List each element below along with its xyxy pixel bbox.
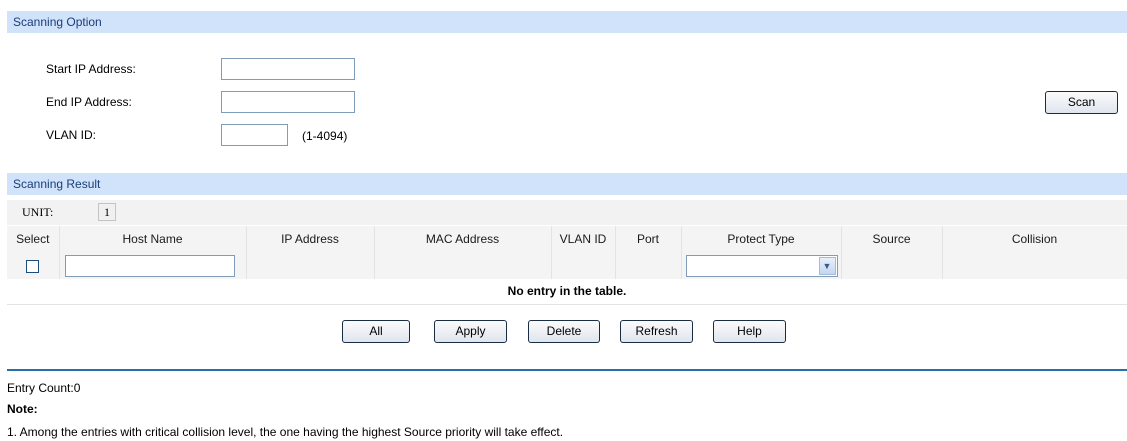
section-divider [7, 369, 1127, 371]
column-header-protect-type: Protect Type [681, 226, 842, 252]
start-ip-input[interactable] [221, 58, 355, 80]
column-header-ip-address: IP Address [246, 226, 375, 252]
chevron-down-icon[interactable]: ▼ [818, 256, 836, 275]
help-button[interactable]: Help [713, 320, 786, 343]
unit-1-button[interactable]: 1 [98, 203, 116, 221]
unit-label: UNIT: [22, 205, 54, 219]
column-header-port: Port [615, 226, 682, 252]
column-header-vlan-id: VLAN ID [551, 226, 616, 252]
scanning-result-header: Scanning Result [7, 173, 1127, 195]
unit-selector-row: UNIT: 1 [7, 200, 1127, 225]
scan-button[interactable]: Scan [1045, 91, 1118, 114]
column-header-select: Select [7, 226, 60, 252]
start-ip-label: Start IP Address: [46, 62, 136, 76]
column-header-host-name: Host Name [59, 226, 247, 252]
column-header-source: Source [841, 226, 943, 252]
delete-button[interactable]: Delete [528, 320, 600, 343]
host-name-input[interactable] [64, 254, 235, 277]
column-header-collision: Collision [942, 226, 1127, 252]
scanning-option-header: Scanning Option [7, 11, 1127, 33]
empty-table-row: No entry in the table. [7, 279, 1127, 305]
scanning-result-table: Select Host Name IP Address MAC Address … [7, 226, 1127, 305]
protect-type-select[interactable]: ▼ [685, 254, 838, 277]
end-ip-label: End IP Address: [46, 95, 132, 109]
table-header-row: Select Host Name IP Address MAC Address … [7, 226, 1127, 252]
apply-button[interactable]: Apply [434, 320, 507, 343]
select-all-checkbox[interactable] [26, 259, 40, 273]
refresh-button[interactable]: Refresh [620, 320, 693, 343]
empty-table-message: No entry in the table. [7, 279, 1127, 305]
column-header-mac-address: MAC Address [374, 226, 552, 252]
note-item-1: 1. Among the entries with critical colli… [7, 425, 564, 439]
vlan-id-input[interactable] [221, 124, 288, 146]
end-ip-input[interactable] [221, 91, 355, 113]
note-label: Note: [7, 402, 38, 416]
all-button[interactable]: All [342, 320, 410, 343]
vlan-range-hint: (1-4094) [302, 129, 348, 143]
entry-count: Entry Count:0 [7, 381, 81, 395]
vlan-id-label: VLAN ID: [46, 128, 97, 142]
table-edit-row: ▼ [7, 252, 1127, 279]
